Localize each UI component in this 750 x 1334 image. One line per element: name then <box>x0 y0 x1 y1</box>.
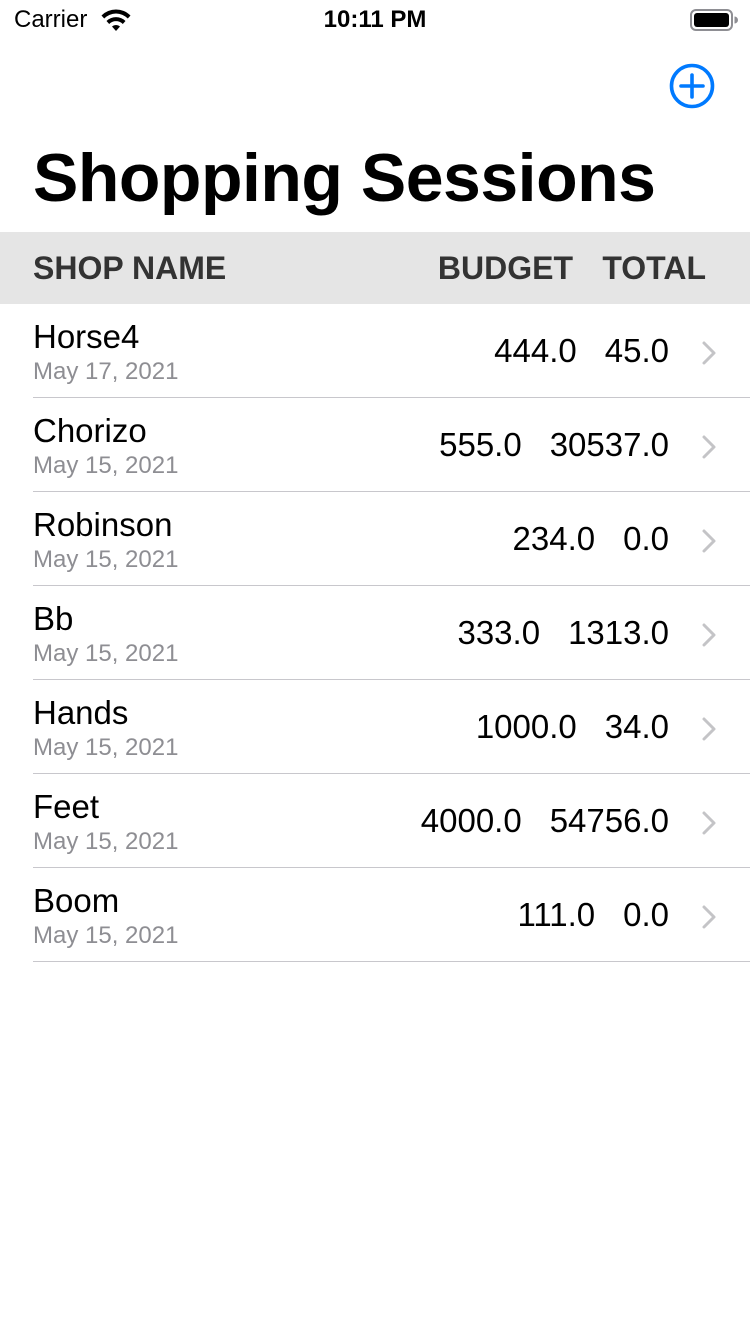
add-session-button[interactable] <box>668 62 716 110</box>
session-date: May 17, 2021 <box>33 358 179 385</box>
battery-icon <box>690 9 738 31</box>
shop-name: Robinson <box>33 506 173 543</box>
session-date: May 15, 2021 <box>33 734 179 761</box>
plus-circle-icon <box>669 63 715 109</box>
shop-name: Bb <box>33 600 74 637</box>
total-value: 34.0 <box>604 708 669 745</box>
table-row[interactable]: Robinson May 15, 2021 234.0 0.0 <box>0 492 750 586</box>
shop-name: Hands <box>33 694 129 731</box>
chevron-right-icon <box>702 623 716 647</box>
budget-value: 555.0 <box>439 426 522 463</box>
table-row[interactable]: Bb May 15, 2021 333.0 1313.0 <box>0 586 750 680</box>
table-row[interactable]: Hands May 15, 2021 1000.0 34.0 <box>0 680 750 774</box>
session-date: May 15, 2021 <box>33 828 179 855</box>
amounts: 333.0 1313.0 <box>457 614 669 652</box>
status-time: 10:11 PM <box>323 6 427 33</box>
page-title: Shopping Sessions <box>33 140 656 216</box>
budget-value: 1000.0 <box>475 708 577 745</box>
chevron-right-icon <box>702 435 716 459</box>
session-date: May 15, 2021 <box>33 452 179 479</box>
amounts: 444.0 45.0 <box>494 332 669 370</box>
chevron-right-icon <box>702 529 716 553</box>
column-header-total: TOTAL <box>602 250 706 286</box>
total-value: 45.0 <box>604 332 669 369</box>
budget-value: 234.0 <box>512 520 596 557</box>
budget-value: 4000.0 <box>420 802 522 839</box>
status-bar: Carrier 10:11 PM <box>0 0 750 40</box>
table-row[interactable]: Chorizo May 15, 2021 555.0 30537.0 <box>0 398 750 492</box>
amounts: 111.0 0.0 <box>517 896 669 934</box>
sessions-list: Horse4 May 17, 2021 444.0 45.0 Chorizo Ma… <box>0 304 750 962</box>
total-value: 1313.0 <box>568 614 669 651</box>
column-header-shop-name: SHOP NAME <box>33 250 227 286</box>
total-value: 30537.0 <box>549 426 669 463</box>
amounts: 555.0 30537.0 <box>439 426 669 464</box>
shop-name: Boom <box>33 882 120 919</box>
screen: Carrier 10:11 PM Shopping Sessions SHOP … <box>0 0 750 1334</box>
column-header-budget: BUDGET <box>437 250 573 286</box>
row-divider <box>33 961 750 962</box>
session-date: May 15, 2021 <box>33 922 179 949</box>
amounts: 234.0 0.0 <box>513 520 669 558</box>
chevron-right-icon <box>702 341 716 365</box>
shop-name: Feet <box>33 788 100 825</box>
table-row[interactable]: Horse4 May 17, 2021 444.0 45.0 <box>0 304 750 398</box>
amounts: 1000.0 34.0 <box>476 708 669 746</box>
chevron-right-icon <box>702 905 716 929</box>
shop-name: Chorizo <box>33 412 147 449</box>
session-date: May 15, 2021 <box>33 640 179 667</box>
table-row[interactable]: Boom May 15, 2021 111.0 0.0 <box>0 868 750 962</box>
budget-value: 111.0 <box>517 896 596 933</box>
total-value: 0.0 <box>623 520 669 557</box>
amounts: 4000.0 54756.0 <box>421 802 669 840</box>
total-value: 54756.0 <box>549 802 669 839</box>
chevron-right-icon <box>702 811 716 835</box>
budget-value: 333.0 <box>457 614 541 651</box>
table-header: SHOP NAME BUDGET TOTAL <box>0 232 750 304</box>
session-date: May 15, 2021 <box>33 546 179 573</box>
budget-value: 444.0 <box>494 332 577 369</box>
total-value: 0.0 <box>623 896 669 933</box>
chevron-right-icon <box>702 717 716 741</box>
table-row[interactable]: Feet May 15, 2021 4000.0 54756.0 <box>0 774 750 868</box>
shop-name: Horse4 <box>33 318 140 355</box>
